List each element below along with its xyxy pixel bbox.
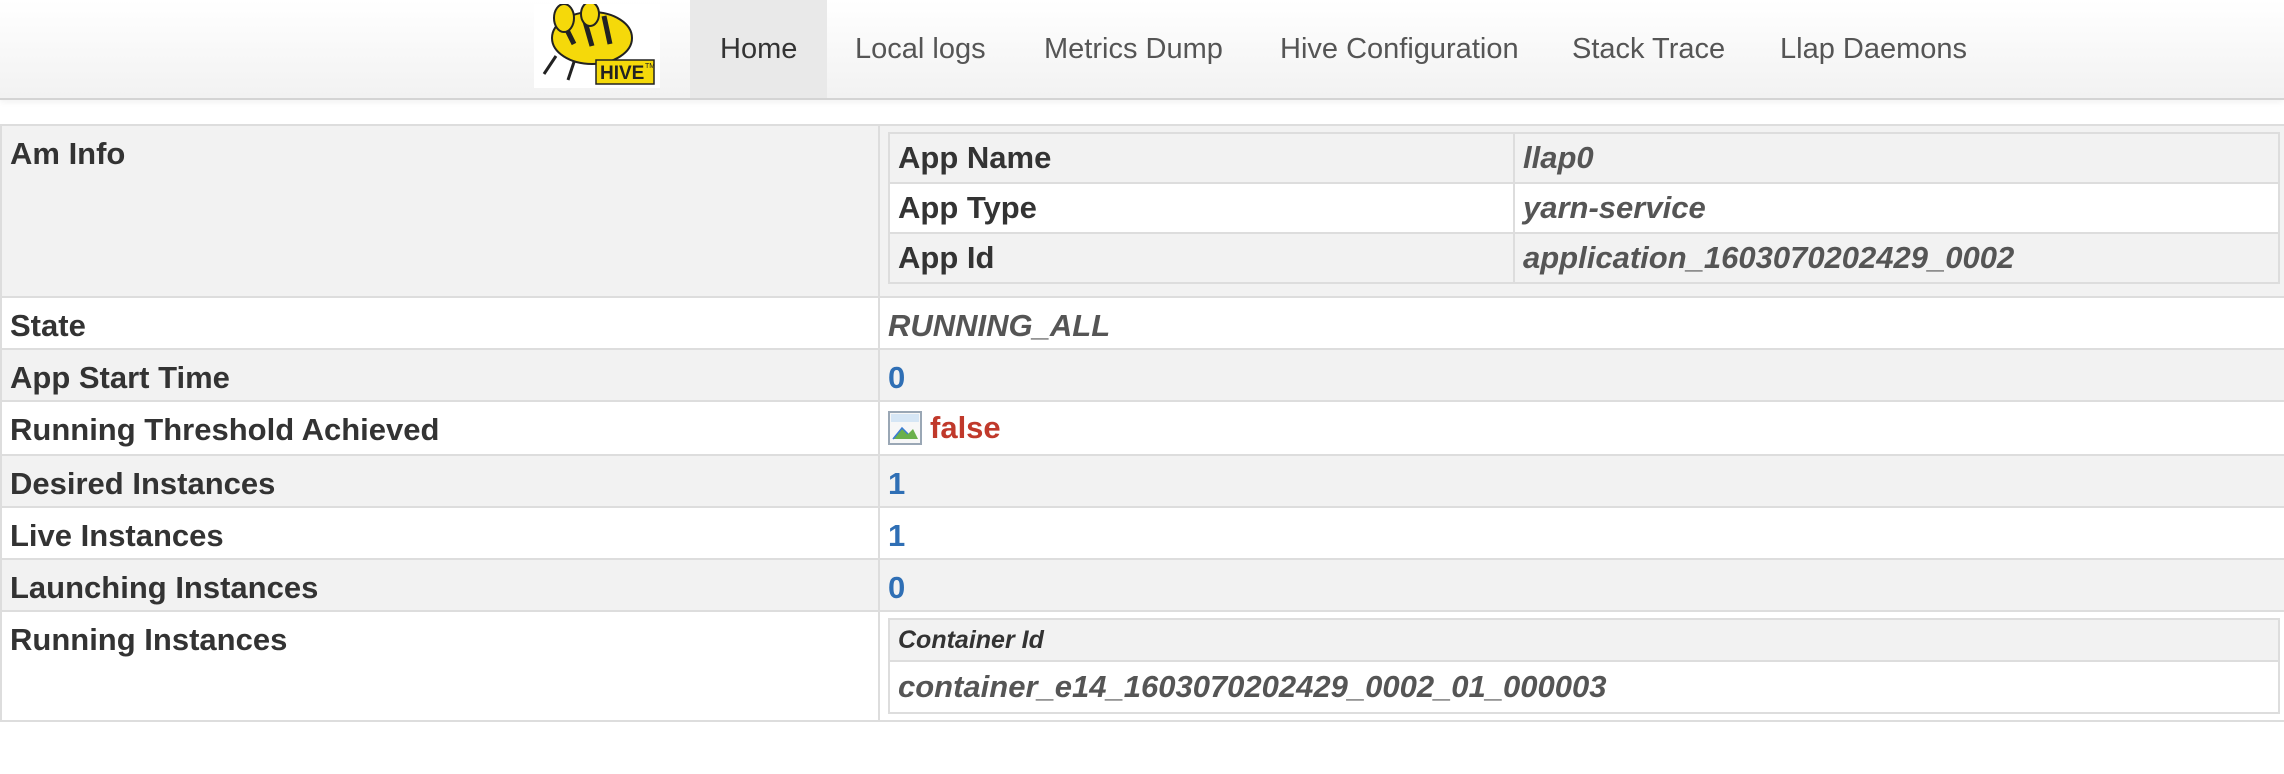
am-info-table: App Name llap0 App Type yarn-service App… xyxy=(888,132,2280,284)
app-name-value: llap0 xyxy=(1513,132,2280,184)
running-instances-label: Running Instances xyxy=(0,610,880,722)
state-label: State xyxy=(0,296,880,350)
top-navbar: HIVE TM Home Local logs Metrics Dump Hiv… xyxy=(0,0,2284,100)
svg-text:TM: TM xyxy=(645,63,655,70)
live-instances-value: 1 xyxy=(888,518,906,553)
nav-llap-daemons[interactable]: Llap Daemons xyxy=(1750,0,1997,98)
svg-text:HIVE: HIVE xyxy=(600,63,644,84)
table-row: container_e14_1603070202429_0002_01_0000… xyxy=(888,660,2280,714)
table-row: Live Instances 1 xyxy=(0,506,2284,560)
table-row: App Id application_1603070202429_0002 xyxy=(888,232,2280,284)
live-instances-label: Live Instances xyxy=(0,506,880,560)
app-start-time-label: App Start Time xyxy=(0,348,880,402)
running-instances-table: Container Id container_e14_1603070202429… xyxy=(888,618,2280,714)
table-row: App Name llap0 xyxy=(888,132,2280,184)
nav-hive-configuration[interactable]: Hive Configuration xyxy=(1250,0,1549,98)
desired-instances-value: 1 xyxy=(888,466,906,501)
app-type-value: yarn-service xyxy=(1513,182,2280,234)
am-info-label: Am Info xyxy=(0,124,880,298)
launching-instances-value: 0 xyxy=(888,570,906,605)
nav-metrics-dump[interactable]: Metrics Dump xyxy=(1014,0,1253,98)
broken-image-icon xyxy=(888,411,922,445)
table-row: Launching Instances 0 xyxy=(0,558,2284,612)
app-type-label: App Type xyxy=(888,182,1515,234)
nav-stack-trace[interactable]: Stack Trace xyxy=(1542,0,1755,98)
table-row: Running Threshold Achieved false xyxy=(0,400,2284,456)
nav-home[interactable]: Home xyxy=(690,0,828,98)
app-start-time-value: 0 xyxy=(888,360,906,395)
table-row: Am Info App Name llap0 App Type yarn-ser… xyxy=(0,124,2284,298)
hive-logo[interactable]: HIVE TM xyxy=(534,1,660,88)
state-value: RUNNING_ALL xyxy=(888,308,1111,343)
table-row: App Type yarn-service xyxy=(888,182,2280,234)
app-id-value: application_1603070202429_0002 xyxy=(1513,232,2280,284)
table-row: Desired Instances 1 xyxy=(0,454,2284,508)
llap-status-panel: Am Info App Name llap0 App Type yarn-ser… xyxy=(0,124,2284,722)
desired-instances-label: Desired Instances xyxy=(0,454,880,508)
container-id-header: Container Id xyxy=(888,618,2280,662)
launching-instances-label: Launching Instances xyxy=(0,558,880,612)
table-row: App Start Time 0 xyxy=(0,348,2284,402)
table-row: Running Instances Container Id container… xyxy=(0,610,2284,722)
nav-local-logs[interactable]: Local logs xyxy=(825,0,1016,98)
container-id-value: container_e14_1603070202429_0002_01_0000… xyxy=(888,660,2280,714)
app-name-label: App Name xyxy=(888,132,1515,184)
table-row: State RUNNING_ALL xyxy=(0,296,2284,350)
table-row: Container Id xyxy=(888,618,2280,662)
running-threshold-value: false xyxy=(930,410,1001,445)
app-id-label: App Id xyxy=(888,232,1515,284)
running-threshold-label: Running Threshold Achieved xyxy=(0,400,880,456)
status-table: Am Info App Name llap0 App Type yarn-ser… xyxy=(0,124,2284,722)
